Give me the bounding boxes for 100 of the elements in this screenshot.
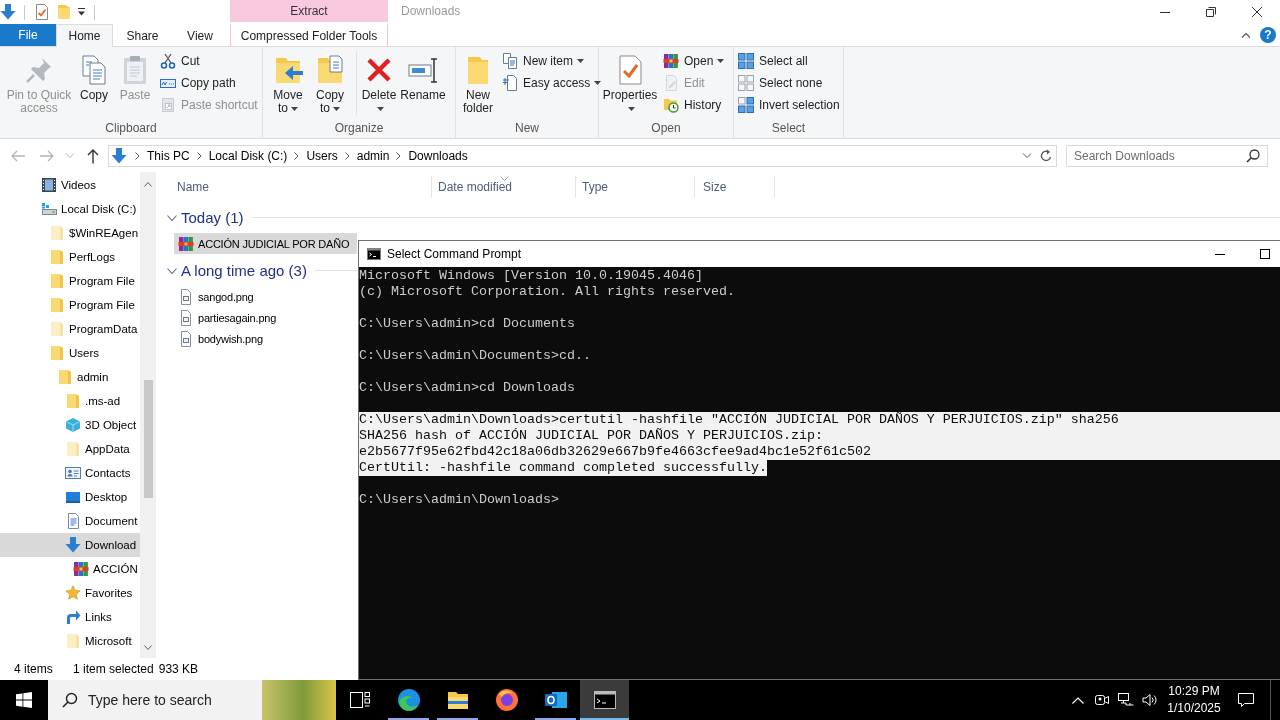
folder-icon [49, 345, 65, 361]
console-line: (c) Microsoft Corporation. All rights reserved. [359, 284, 735, 300]
folder-icon [49, 273, 65, 289]
close-icon [1252, 7, 1262, 17]
ribbon-button[interactable]: Open [661, 50, 728, 72]
chevron-right-icon[interactable] [294, 152, 300, 160]
taskbar-app[interactable] [580, 680, 629, 720]
breadcrumb[interactable]: Local Disk (C:) [205, 147, 291, 165]
chevron-right-icon[interactable] [344, 152, 350, 160]
checked-document-icon[interactable] [35, 4, 49, 20]
tree-item[interactable]: Favorites [0, 581, 140, 605]
column-header[interactable]: Date modified [432, 176, 576, 198]
file-row[interactable]: partiesagain.png [174, 307, 357, 328]
column-header[interactable]: Size [695, 176, 775, 198]
address-bar[interactable]: This PC Local Disk (C:) Users admin Downloads [108, 145, 1057, 167]
tree-item[interactable]: Videos [0, 173, 140, 197]
breadcrumb[interactable]: This PC [144, 147, 193, 165]
tree-item[interactable]: Links [0, 605, 140, 629]
network-icon[interactable] [1118, 692, 1134, 708]
status-text: 933 KB [158, 662, 199, 676]
window-title: Select Command Prompt [387, 247, 522, 261]
speaker-icon[interactable] [1142, 692, 1158, 708]
folder-icon [65, 633, 81, 649]
ribbon-button[interactable]: Copy [76, 47, 112, 102]
folder-icon [49, 249, 65, 265]
tree-item[interactable]: .ms-ad [0, 389, 140, 413]
ribbon-tab[interactable]: View [172, 24, 228, 47]
search-box[interactable]: Type here to search [48, 680, 262, 720]
tree-item[interactable]: $WinREAgen [0, 221, 140, 245]
ribbon-button[interactable]: Move to [268, 47, 308, 115]
star-icon [65, 585, 81, 601]
tree-item[interactable]: Microsoft [0, 629, 140, 653]
console-line: Microsoft Windows [Version 10.0.19045.4046] [359, 268, 703, 284]
refresh-icon[interactable] [1039, 149, 1053, 163]
tree-item[interactable]: admin [0, 365, 140, 389]
group-header[interactable]: Today (1) [167, 207, 244, 228]
search-field[interactable]: Search Downloads [1066, 145, 1268, 167]
ribbon-button[interactable]: Delete [359, 47, 399, 115]
up-arrow-icon[interactable] [85, 148, 101, 164]
books-icon [73, 561, 89, 577]
search-icon[interactable] [1246, 149, 1260, 163]
ribbon-button[interactable]: Rename [400, 47, 446, 102]
document-icon [502, 75, 518, 91]
file-row[interactable]: sangod.png [174, 286, 357, 307]
file-row[interactable]: ACCIÓN JUDICIAL POR DAÑO [174, 233, 357, 254]
ribbon-button[interactable]: Invert selection [736, 94, 843, 116]
tree-item[interactable]: Download [0, 533, 140, 557]
chevron-down-icon[interactable] [144, 644, 152, 650]
search-icon [62, 692, 78, 708]
group-header[interactable]: A long time ago (3) [167, 260, 307, 281]
image-file-icon [178, 288, 194, 305]
scrollbar[interactable] [140, 172, 156, 658]
breadcrumb[interactable]: admin [353, 147, 393, 165]
chevron-right-icon[interactable] [135, 152, 140, 160]
folder-icon [49, 297, 65, 313]
clock[interactable]: 10:29 PM 1/10/2025 [1162, 680, 1226, 720]
tree-item[interactable]: Desktop [0, 485, 140, 509]
tree-item[interactable]: PerfLogs [0, 245, 140, 269]
tree-item[interactable]: ACCIÓN [0, 557, 140, 581]
shortcut-clipboard-icon [160, 97, 176, 113]
ribbon-button[interactable]: Copy to [310, 47, 350, 115]
contact-card-icon [65, 465, 81, 481]
down-arrow-icon [65, 537, 81, 553]
chevron-right-icon[interactable] [196, 152, 202, 160]
breadcrumb[interactable]: Users [303, 147, 341, 165]
tree-item[interactable]: Document [0, 509, 140, 533]
ribbon-button[interactable]: Select all [736, 50, 843, 72]
ribbon-button[interactable]: Cut [158, 50, 261, 72]
group-label: Clipboard [105, 120, 157, 137]
notification-icon[interactable] [1238, 692, 1254, 708]
chevron-right-icon[interactable] [396, 152, 402, 160]
column-header[interactable]: Type [576, 176, 695, 198]
image-file-icon [178, 330, 194, 347]
ribbon-tab[interactable]: File [0, 24, 56, 46]
file-row[interactable]: bodywish.png [174, 328, 357, 349]
help-button[interactable]: ? [1260, 27, 1276, 43]
tree-item[interactable]: Program File [0, 293, 140, 317]
tree-item[interactable]: 3D Object [0, 413, 140, 437]
tab-group-header: Extract [230, 0, 388, 22]
dropdown-caret-icon[interactable] [77, 7, 86, 17]
scrollbar-thumb[interactable] [143, 380, 153, 498]
tree-item[interactable]: AppData [0, 437, 140, 461]
tree-item[interactable]: Program File [0, 269, 140, 293]
terminal-icon [367, 248, 381, 260]
breadcrumb[interactable]: Downloads [405, 147, 471, 165]
ribbon-button[interactable]: Select none [736, 72, 843, 94]
clock-date: 1/10/2025 [1167, 700, 1221, 717]
tree-item[interactable]: Local Disk (C:) [0, 197, 140, 221]
ribbon-tab[interactable]: Share [113, 24, 172, 47]
tree-item[interactable]: ProgramData [0, 317, 140, 341]
down-arrow-icon[interactable] [0, 4, 16, 20]
task-view-icon [350, 692, 370, 708]
tree-item[interactable]: Contacts [0, 461, 140, 485]
ribbon-button[interactable]: History [661, 94, 728, 116]
ribbon-button[interactable]: New folder [458, 47, 498, 115]
ribbon-button[interactable]: Copy path [158, 72, 261, 94]
camera-icon[interactable] [1094, 692, 1110, 708]
tree-item[interactable]: Users [0, 341, 140, 365]
column-header[interactable]: Name [160, 176, 432, 198]
ribbon-tab[interactable]: Home [56, 24, 113, 47]
